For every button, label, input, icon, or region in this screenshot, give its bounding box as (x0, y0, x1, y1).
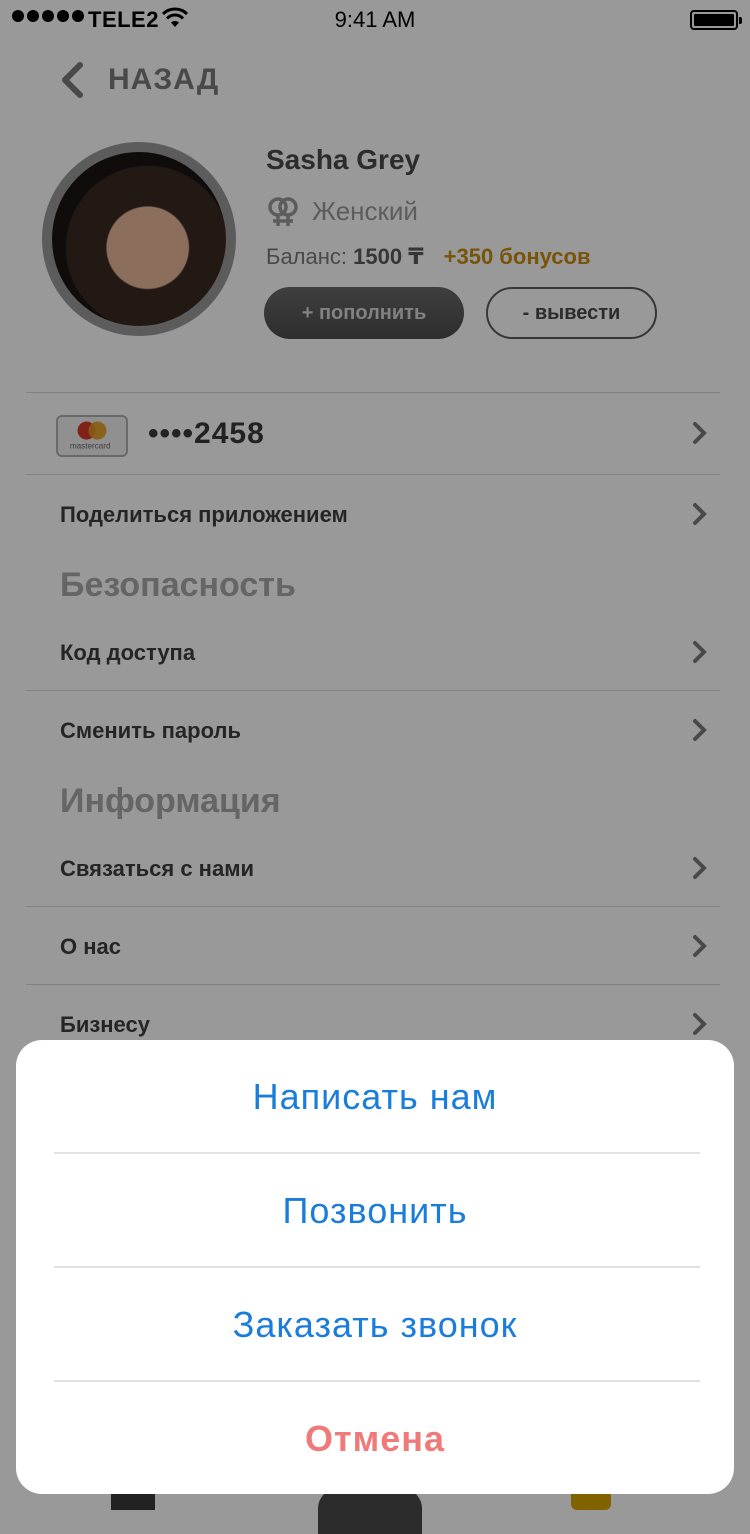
write-us-button[interactable]: Написать нам (16, 1040, 734, 1154)
request-callback-button[interactable]: Заказать звонок (16, 1268, 734, 1382)
call-button[interactable]: Позвонить (16, 1154, 734, 1268)
contact-action-sheet: Написать нам Позвонить Заказать звонок О… (16, 1040, 734, 1494)
cancel-button[interactable]: Отмена (16, 1382, 734, 1496)
